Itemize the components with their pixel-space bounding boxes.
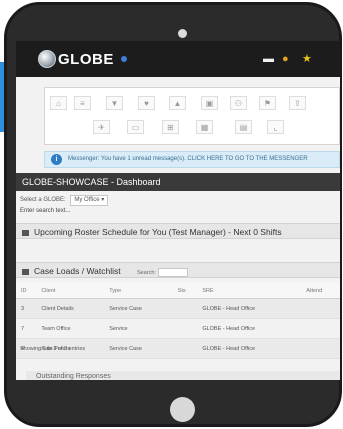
cell-type: Service Case: [104, 338, 173, 359]
camera-dot: [178, 29, 187, 38]
quick-launch-toolbar: ⌂ ≡ ▼ ♥ ▲ ▣ ⚇ ⚑ ⇪ ✈ ▭ ⊞ ▦ ▤ ⌞: [44, 87, 340, 145]
chevron-down-icon: ▾: [101, 197, 105, 203]
globe-selector-row: Select a GLOBE: My Office ▾: [20, 195, 109, 206]
cell-type: Service: [104, 318, 173, 339]
cell-client: Client Details: [36, 298, 105, 319]
watchlist-title: Case Loads / Watchlist: [34, 266, 121, 276]
roster-section-header[interactable]: Upcoming Roster Schedule for You (Test M…: [16, 223, 340, 239]
window-icon[interactable]: ▤: [235, 120, 252, 134]
messenger-banner[interactable]: i Messenger: You have 1 unread message(s)…: [44, 151, 340, 168]
cell-type: Service Case: [104, 298, 173, 319]
alert-icon[interactable]: ▲: [169, 96, 186, 110]
home-button[interactable]: [170, 397, 195, 422]
banner-text: Messenger: You have 1 unread message(s).…: [68, 156, 308, 162]
envelope-icon[interactable]: ▬: [263, 53, 274, 65]
globe-select-value: My Office: [74, 197, 100, 203]
page-title: GLOBE-SHOWCASE - Dashboard: [16, 173, 340, 191]
search-hint: Enter search text...: [20, 208, 71, 214]
table-info: Showing 1 to 3 of 3 entries: [20, 346, 86, 352]
globe-select[interactable]: My Office ▾: [70, 195, 109, 206]
logo-text: GLOBE: [58, 50, 114, 68]
filter-icon[interactable]: ▼: [106, 96, 123, 110]
chart-icon[interactable]: ⌞: [267, 120, 284, 134]
roster-title: Upcoming Roster Schedule for You (Test M…: [34, 227, 282, 237]
people-icon[interactable]: ⚇: [230, 96, 247, 110]
cell-status: [172, 318, 198, 339]
star-icon[interactable]: ★: [302, 53, 312, 65]
cell-attend: [301, 298, 340, 319]
cell-attend: [301, 338, 340, 359]
briefcase-icon[interactable]: ▣: [201, 96, 218, 110]
cell-attend: [301, 318, 340, 339]
column-header[interactable]: Type: [104, 283, 173, 299]
badge-icon[interactable]: ●: [282, 53, 289, 65]
home-icon[interactable]: ⌂: [50, 96, 67, 110]
cell-id: 7: [16, 318, 37, 339]
search-label: Search:: [137, 270, 156, 276]
table-row[interactable]: 3 Client Details Service Case GLOBE - He…: [16, 298, 340, 319]
list-icon[interactable]: ≡: [74, 96, 91, 110]
cell-sre: GLOBE - Head Office: [197, 318, 302, 339]
table-row[interactable]: 7 Team Office Service GLOBE - Head Offic…: [16, 318, 340, 339]
pin-icon[interactable]: ⚑: [259, 96, 276, 110]
plane-icon[interactable]: ✈: [93, 120, 110, 134]
upload-icon[interactable]: ⇪: [289, 96, 306, 110]
top-navbar: GLOBE ▬ ● ★: [16, 41, 340, 77]
column-header[interactable]: Client: [36, 283, 105, 299]
tablet-screen: GLOBE ▬ ● ★ ⌂ ≡ ▼ ♥ ▲ ▣ ⚇ ⚑ ⇪ ✈ ▭ ⊞ ▦ ▤ …: [16, 41, 340, 380]
watchlist-search: Search:: [137, 265, 188, 277]
watchlist-section-header: Case Loads / Watchlist Search:: [16, 262, 340, 278]
outstanding-title: Outstanding Responses: [36, 373, 111, 380]
cell-client: Team Office: [36, 318, 105, 339]
column-header[interactable]: ID: [16, 283, 37, 299]
search-input[interactable]: [157, 268, 188, 277]
cell-sre: GLOBE - Head Office: [197, 298, 302, 319]
cell-status: [172, 298, 198, 319]
document-icon[interactable]: ▭: [127, 120, 144, 134]
table-header-row: ID Client Type Sts SRE Attend: [16, 283, 340, 299]
info-icon: i: [51, 154, 62, 165]
outstanding-section-header[interactable]: Outstanding Responses: [26, 371, 340, 380]
calendar-icon: [22, 229, 29, 236]
heart-icon[interactable]: ♥: [138, 96, 155, 110]
grid-icon[interactable]: ⊞: [162, 120, 179, 134]
list-icon: [22, 268, 29, 275]
cell-sre: GLOBE - Head Office: [197, 338, 302, 359]
cell-id: 3: [16, 298, 37, 319]
cell-status: [172, 338, 198, 359]
column-header[interactable]: Attend: [301, 283, 340, 299]
column-header[interactable]: Sts: [172, 283, 198, 299]
column-header[interactable]: SRE: [197, 283, 302, 299]
table-icon[interactable]: ▦: [196, 120, 213, 134]
globe-logo[interactable]: GLOBE: [38, 49, 127, 69]
globe-icon: [38, 50, 56, 68]
status-dot: [120, 56, 127, 62]
selector-label: Select a GLOBE:: [20, 197, 66, 203]
